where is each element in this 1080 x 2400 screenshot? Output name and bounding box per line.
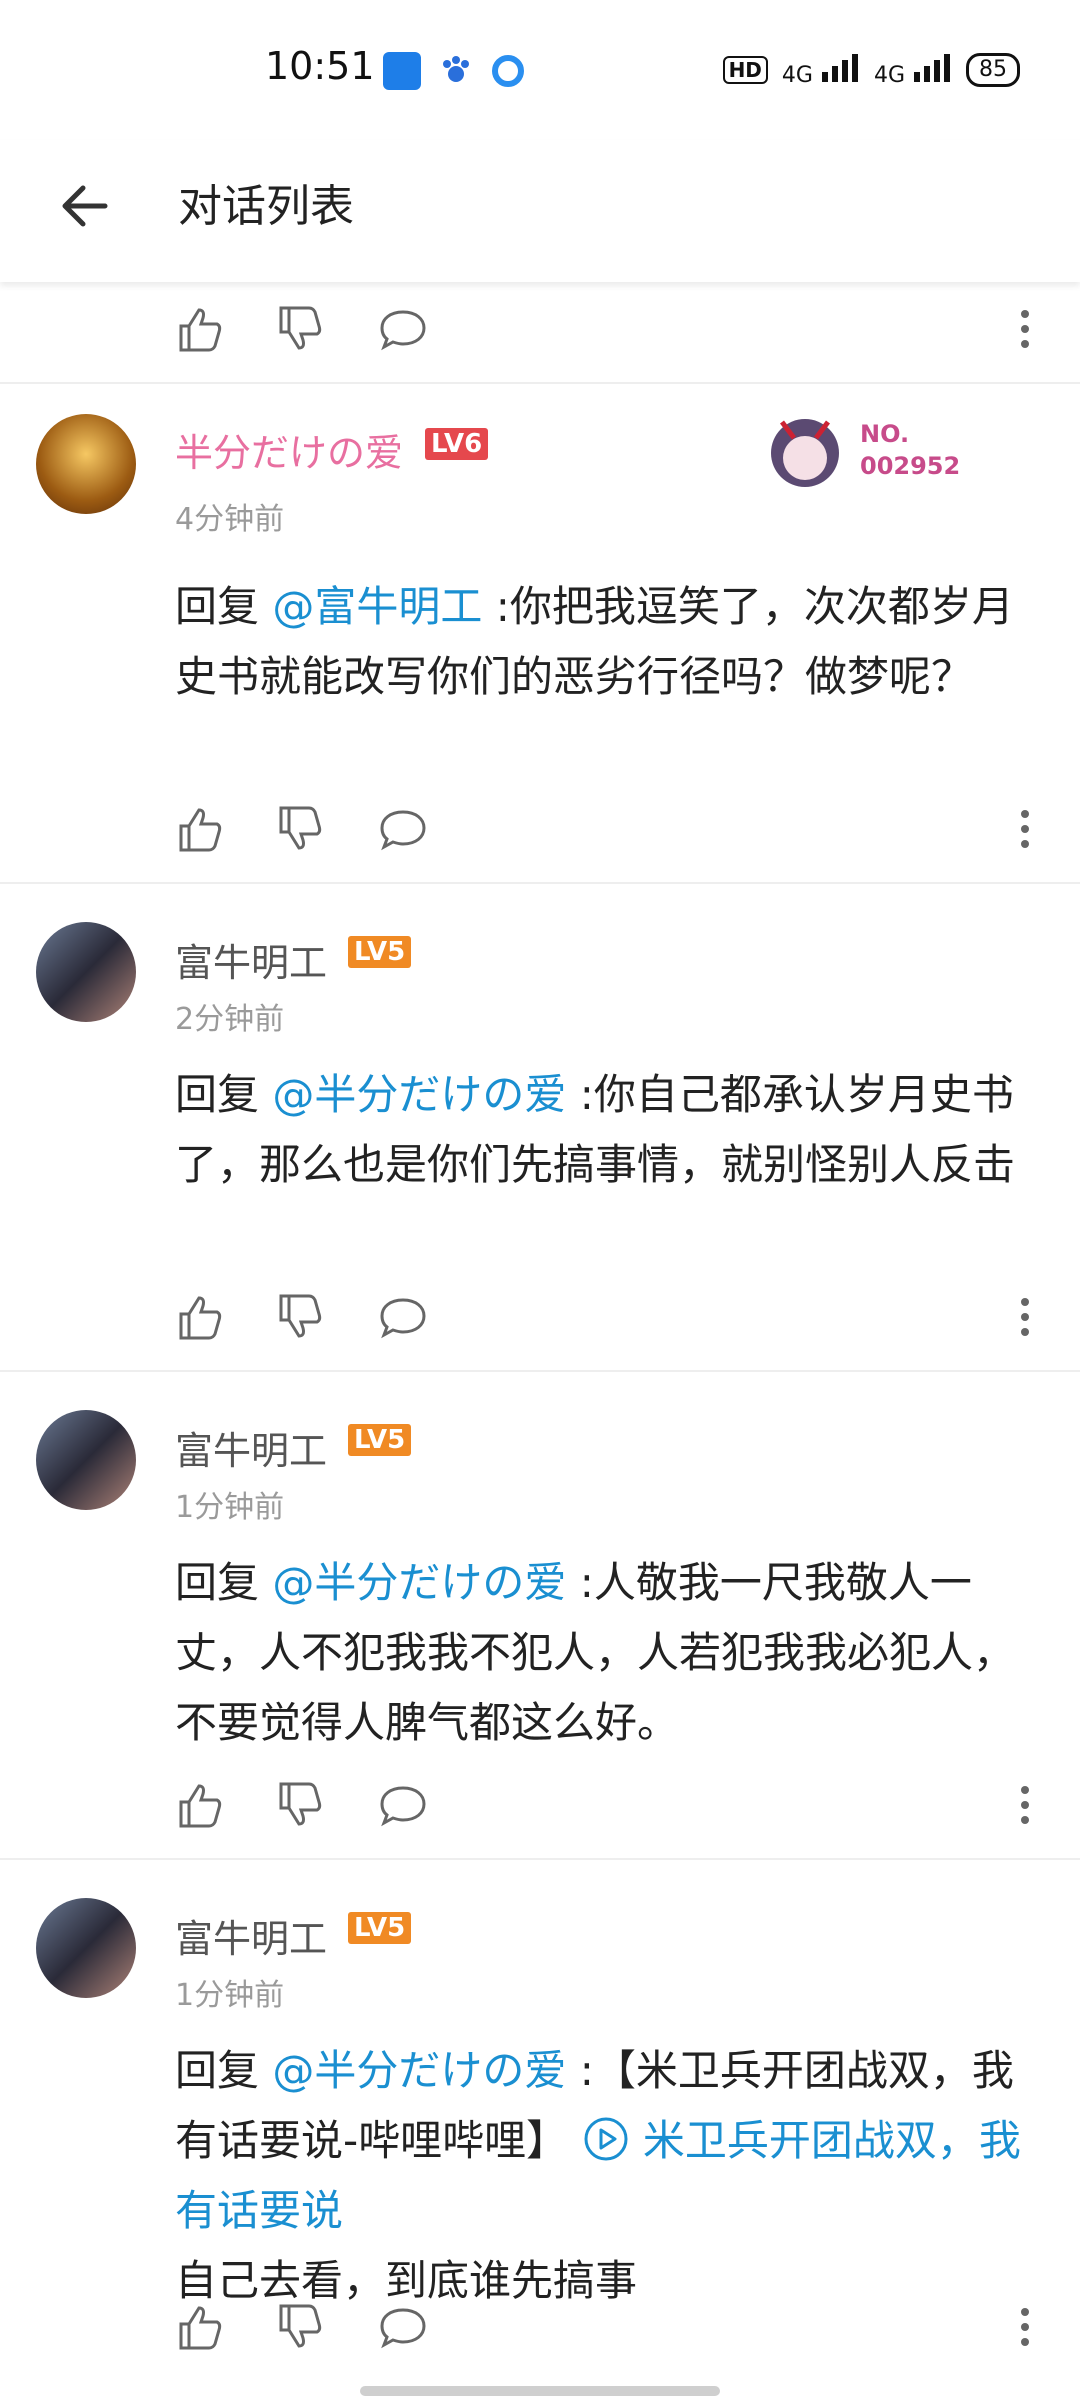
status-bar: 10:51 HD 4G 4G 85 xyxy=(0,0,1080,140)
comment-item: 富牛明工 LV5 1分钟前 回复 @半分だけの爱 :【米卫兵开团战双，我有话要说… xyxy=(0,1860,1080,2400)
username[interactable]: 半分だけの爱 xyxy=(175,422,403,477)
medal-avatar-icon xyxy=(771,419,839,487)
status-time: 10:51 xyxy=(265,44,375,88)
page-title: 对话列表 xyxy=(178,181,354,232)
timestamp: 1分钟前 xyxy=(175,1490,285,1525)
more-icon[interactable] xyxy=(1010,1780,1040,1830)
signal-4g-1: 4G xyxy=(782,52,860,88)
home-indicator[interactable] xyxy=(360,2386,720,2396)
action-row xyxy=(0,782,1080,882)
dislike-icon[interactable] xyxy=(275,804,325,854)
reply-icon[interactable] xyxy=(378,2302,428,2352)
like-icon[interactable] xyxy=(175,304,225,354)
dislike-icon[interactable] xyxy=(275,1292,325,1342)
medal-number: 002952 xyxy=(860,452,961,480)
mention-link[interactable]: @半分だけの爱 xyxy=(272,1558,566,1607)
conversation-list: 半分だけの爱 LV6 NO. 002952 4分钟前 回复 @富牛明工 :你把我… xyxy=(0,282,1080,2400)
comment-text: 回复 @富牛明工 :你把我逗笑了，次次都岁月史书就能改写你们的恶劣行径吗？做梦呢… xyxy=(175,582,1014,701)
app-header: 对话列表 xyxy=(0,140,1080,282)
action-row xyxy=(0,1270,1080,1370)
status-icons: HD 4G 4G 85 xyxy=(722,52,1020,88)
action-row xyxy=(0,2280,1080,2380)
level-badge: LV6 xyxy=(425,428,489,460)
medal-no: NO. xyxy=(860,420,910,448)
timestamp: 2分钟前 xyxy=(175,1002,285,1037)
reply-icon[interactable] xyxy=(378,1780,428,1830)
timestamp: 4分钟前 xyxy=(175,502,285,537)
username[interactable]: 富牛明工 xyxy=(175,932,327,987)
mention-link[interactable]: @半分だけの爱 xyxy=(272,1070,566,1119)
back-arrow-icon[interactable] xyxy=(55,176,115,236)
more-icon[interactable] xyxy=(1010,804,1040,854)
level-badge: LV5 xyxy=(348,1424,412,1456)
baidu-icon xyxy=(437,52,475,90)
more-icon[interactable] xyxy=(1010,2302,1040,2352)
reply-icon[interactable] xyxy=(378,804,428,854)
dislike-icon[interactable] xyxy=(275,304,325,354)
like-icon[interactable] xyxy=(175,1780,225,1830)
mention-link[interactable]: @半分だけの爱 xyxy=(272,2046,566,2095)
comment-text: 回复 @半分だけの爱 :【米卫兵开团战双，我有话要说-哔哩哔哩】 米卫兵开团战双… xyxy=(175,2046,1021,2305)
dislike-icon[interactable] xyxy=(275,1780,325,1830)
timestamp: 1分钟前 xyxy=(175,1978,285,2013)
like-icon[interactable] xyxy=(175,1292,225,1342)
comment-text: 回复 @半分だけの爱 :你自己都承认岁月史书了，那么也是你们先搞事情，就别怪别人… xyxy=(175,1070,1016,1189)
comment-item: 半分だけの爱 LV6 NO. 002952 4分钟前 回复 @富牛明工 :你把我… xyxy=(0,384,1080,882)
fan-medal: NO. 002952 xyxy=(760,408,1000,498)
username[interactable]: 富牛明工 xyxy=(175,1420,327,1475)
more-icon[interactable] xyxy=(1010,1292,1040,1342)
comment-item: 富牛明工 LV5 1分钟前 回复 @半分だけの爱 :人敬我一尺我敬人一丈，人不犯… xyxy=(0,1372,1080,1858)
like-icon[interactable] xyxy=(175,804,225,854)
more-icon[interactable] xyxy=(1010,304,1040,354)
browser-icon xyxy=(489,52,527,90)
mention-link[interactable]: @富牛明工 xyxy=(272,582,482,631)
signal-4g-2: 4G xyxy=(874,52,952,88)
alipay-icon xyxy=(383,52,421,90)
like-icon[interactable] xyxy=(175,2302,225,2352)
avatar[interactable] xyxy=(36,1410,136,1510)
reply-icon[interactable] xyxy=(378,304,428,354)
reply-icon[interactable] xyxy=(378,1292,428,1342)
comment-text: 回复 @半分だけの爱 :人敬我一尺我敬人一丈，人不犯我我不犯人，人若犯我我必犯人… xyxy=(175,1558,1016,1747)
dislike-icon[interactable] xyxy=(275,2302,325,2352)
play-circle-icon xyxy=(584,2117,628,2161)
action-row xyxy=(0,1758,1080,1858)
comment-item: 富牛明工 LV5 2分钟前 回复 @半分だけの爱 :你自己都承认岁月史书了，那么… xyxy=(0,884,1080,1370)
level-badge: LV5 xyxy=(348,936,412,968)
avatar[interactable] xyxy=(36,1898,136,1998)
avatar[interactable] xyxy=(36,922,136,1022)
username[interactable]: 富牛明工 xyxy=(175,1908,327,1963)
level-badge: LV5 xyxy=(348,1912,412,1944)
battery-icon: 85 xyxy=(966,53,1020,87)
action-row xyxy=(0,282,1080,382)
avatar[interactable] xyxy=(36,414,136,514)
hd-icon: HD xyxy=(722,56,768,84)
